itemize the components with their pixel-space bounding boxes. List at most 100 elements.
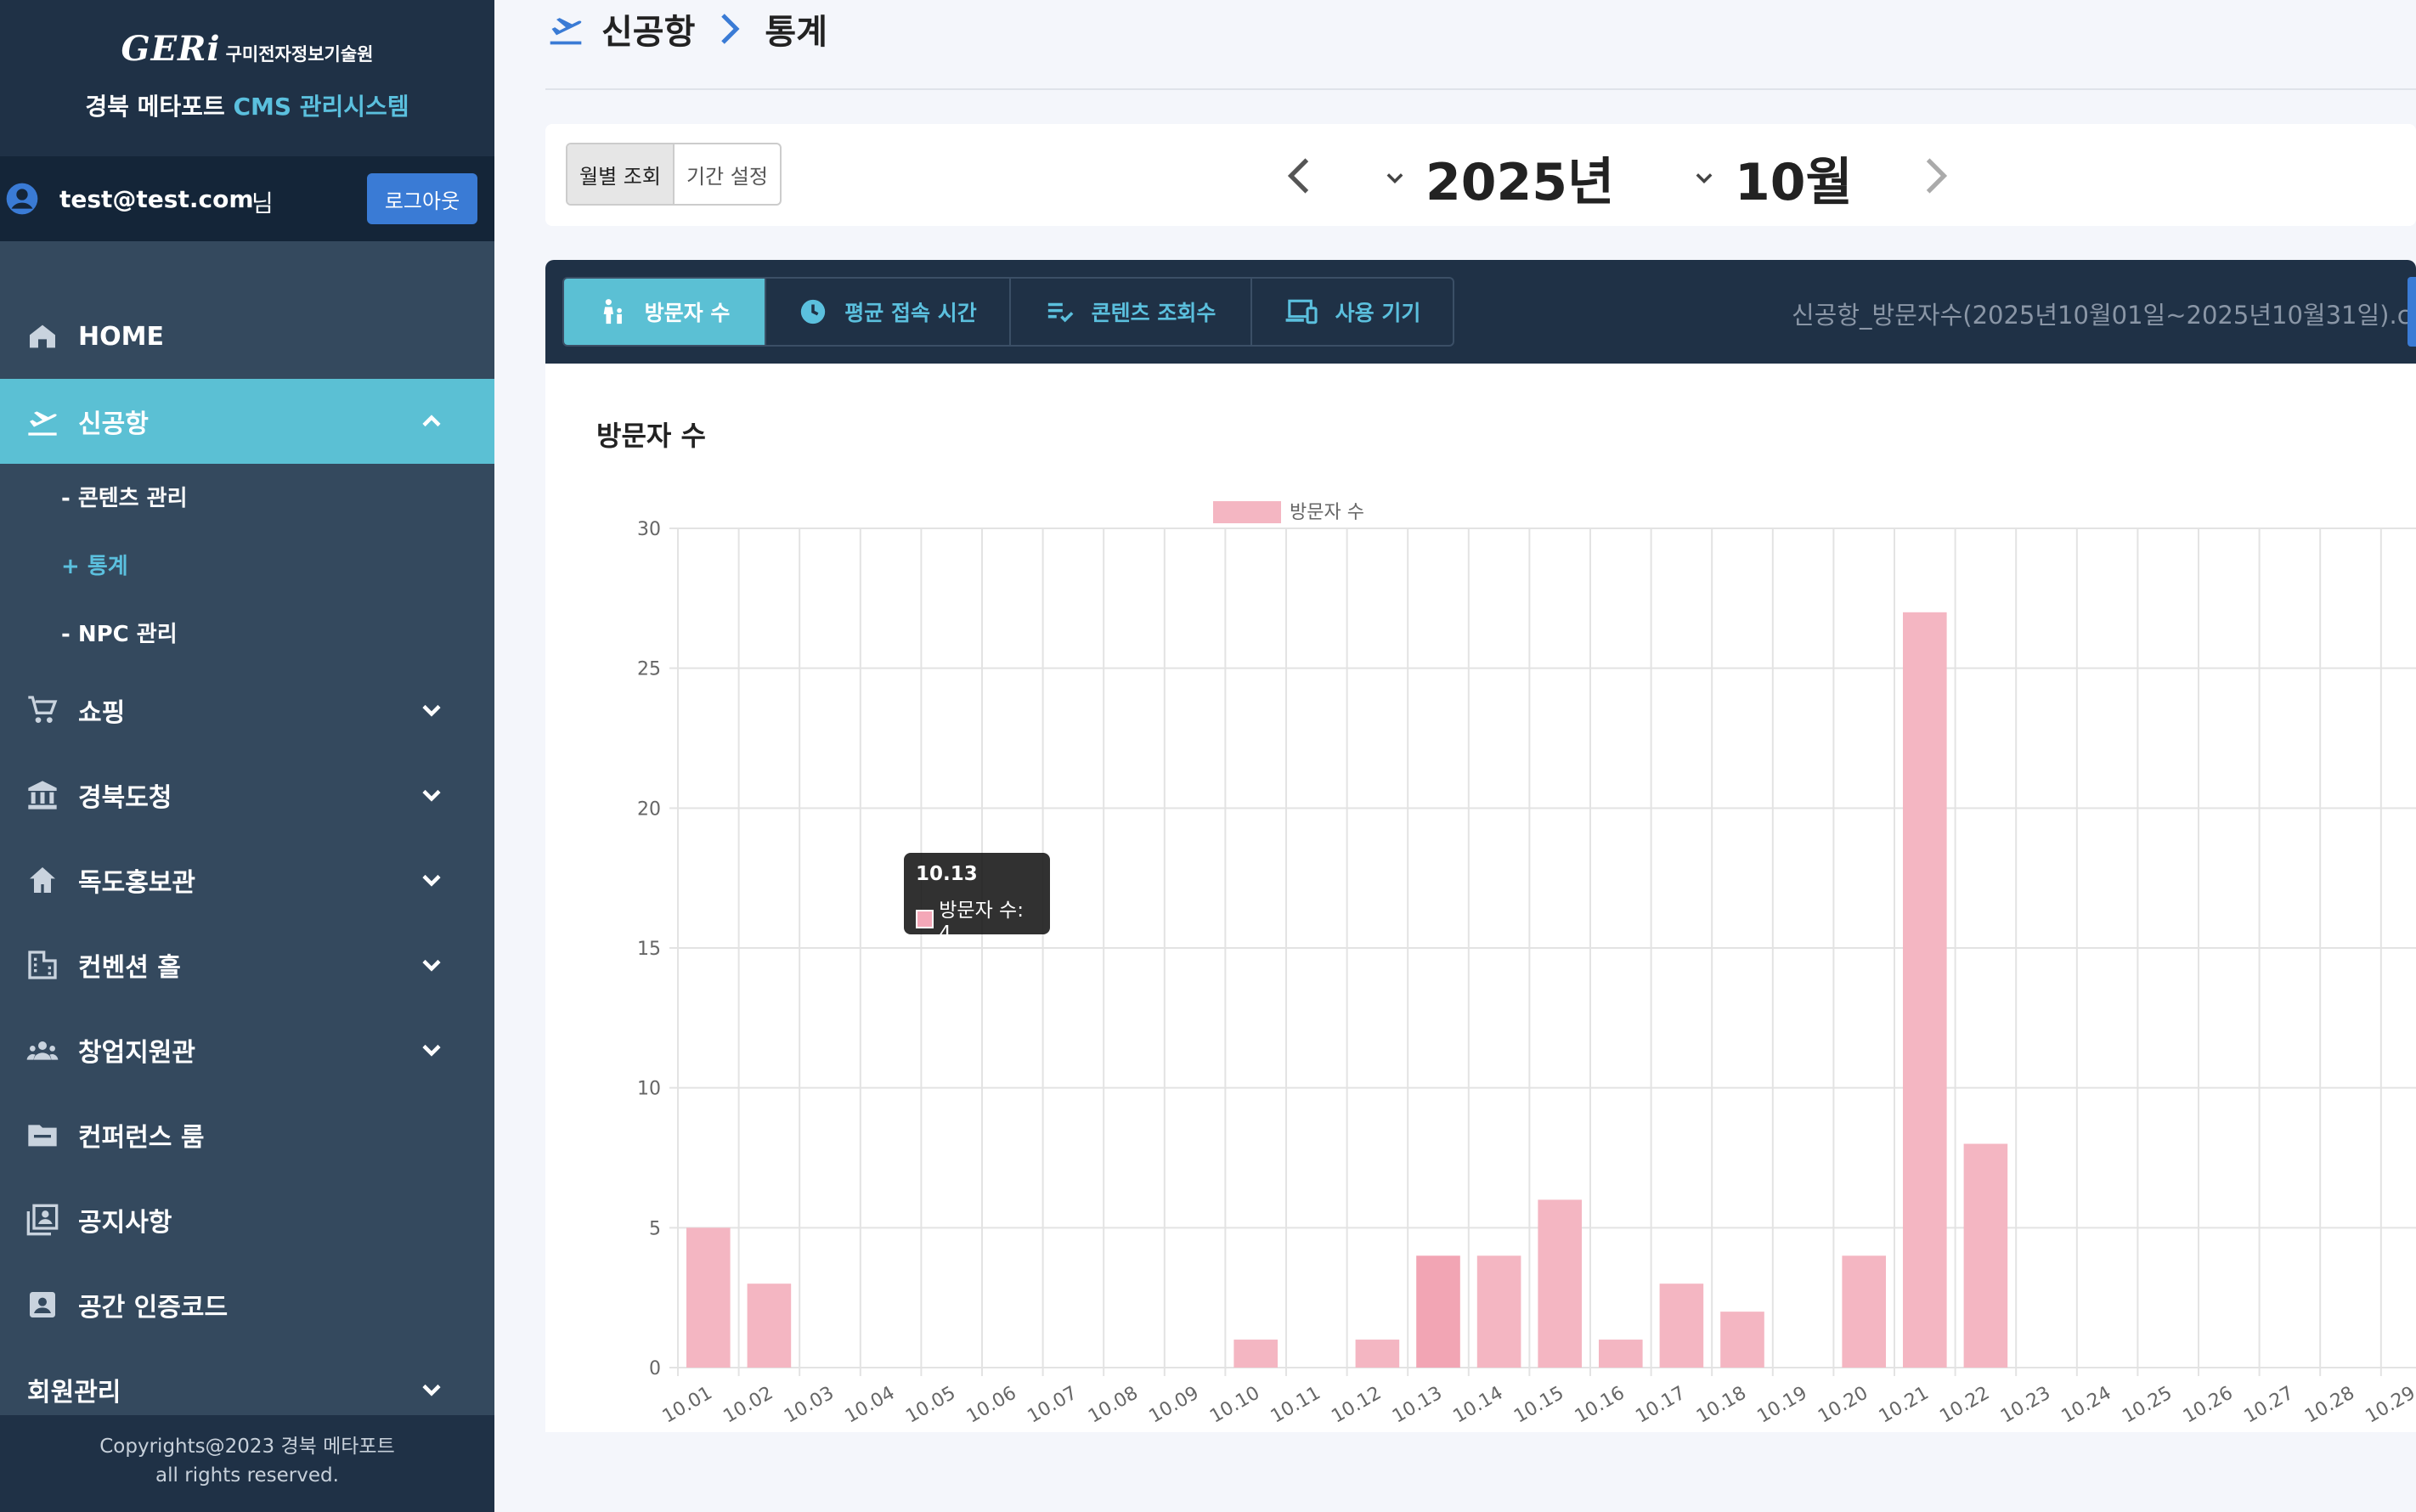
x-tick-label: 10.22 (1936, 1383, 1993, 1428)
system-title-accent: CMS 관리시스템 (233, 93, 409, 121)
office-building-icon (28, 951, 57, 979)
year-value: 2025년 (1425, 153, 1615, 212)
menu-item-home[interactable]: HOME (0, 294, 494, 379)
bar-10.18 (1720, 1312, 1764, 1368)
submenu-stats[interactable]: + 통계 (61, 549, 128, 580)
x-tick-label: 10.18 (1693, 1383, 1750, 1428)
menu-item-newairport[interactable]: 신공항 (0, 379, 494, 464)
tab-content-views-label: 콘텐츠 조회수 (1091, 301, 1216, 325)
menu-item-conference[interactable]: 컨퍼런스 룸 (0, 1092, 494, 1177)
menu-label-startup: 창업지원관 (78, 1038, 195, 1068)
airplane-departure-icon (550, 18, 582, 45)
menu-label-newairport: 신공항 (78, 409, 149, 439)
y-tick-label: 30 (637, 519, 661, 540)
year-select[interactable]: 2025년 (1383, 141, 1614, 215)
menu-item-notice[interactable]: 공지사항 (0, 1177, 494, 1262)
bar-10.15 (1538, 1199, 1582, 1368)
tab-content-views[interactable]: 콘텐츠 조회수 (1011, 279, 1252, 345)
menu-label-gyeongbuk: 경북도청 (78, 783, 172, 813)
menu-item-dokdo[interactable]: 독도홍보관 (0, 838, 494, 922)
x-tick-label: 10.06 (963, 1383, 1020, 1428)
stats-tab-bar: 방문자 수 평균 접속 시간 콘텐츠 조회수 사용 기기 신공항_방문자수(20… (545, 260, 2416, 364)
x-tick-label: 10.23 (1997, 1383, 2054, 1428)
y-tick-label: 0 (649, 1358, 661, 1379)
menu-label-home: HOME (78, 321, 164, 352)
x-tick-label: 10.21 (1876, 1383, 1933, 1428)
menu-item-gyeongbuk[interactable]: 경북도청 (0, 753, 494, 838)
y-tick-label: 25 (637, 659, 661, 680)
bar-10.02 (747, 1284, 792, 1368)
logout-button[interactable]: 로그아웃 (367, 173, 477, 224)
chevron-down-icon (1696, 172, 1713, 183)
download-button[interactable] (2408, 277, 2416, 347)
tab-visitors-label: 방문자 수 (644, 301, 731, 325)
tab-devices-label: 사용 기기 (1335, 301, 1421, 325)
x-tick-label: 10.10 (1206, 1383, 1263, 1428)
chart-panel: 방문자 수 0 5 10 15 20 25 30 10.01 10.02 10.03 10.04 10… (545, 364, 2416, 1432)
sidebar-header (0, 0, 494, 156)
month-value: 10월 (1735, 153, 1853, 212)
bar-10.20 (1842, 1255, 1886, 1368)
x-tick-label: 10.07 (1024, 1383, 1081, 1428)
mode-monthly-button[interactable]: 월별 조회 (567, 144, 675, 204)
menu-item-convention[interactable]: 컨벤션 홀 (0, 922, 494, 1007)
bar-10.12 (1355, 1340, 1400, 1368)
submenu-contents[interactable]: - 콘텐츠 관리 (61, 481, 188, 512)
footer-rights: all rights reserved. (155, 1464, 339, 1487)
next-month-icon[interactable] (1916, 155, 1954, 197)
sidebar-footer: Copyrights@2023 경북 메타포트 all rights reser… (0, 1415, 494, 1512)
chevron-down-icon (422, 1384, 441, 1396)
chevron-right-icon (721, 14, 740, 44)
y-tick-label: 20 (637, 798, 661, 820)
tab-visitors[interactable]: 방문자 수 (564, 279, 766, 345)
system-title-prefix: 경북 메타포트 (85, 93, 225, 121)
month-select[interactable]: 10월 (1692, 141, 1853, 215)
legend-label: 방문자 수 (1290, 502, 1364, 523)
csv-download-link[interactable]: 신공항_방문자수(2025년10월01일~2025년10월31일).csv (1792, 296, 2416, 331)
logo: GERi 구미전자정보기술원 (0, 29, 494, 69)
mode-toggle: 월별 조회 기간 설정 (566, 143, 782, 206)
x-tick-label: 10.20 (1815, 1383, 1871, 1428)
x-tick-label: 10.05 (902, 1383, 959, 1428)
x-tick-label: 10.29 (2362, 1383, 2416, 1428)
x-tick-label: 10.15 (1510, 1383, 1567, 1428)
x-tick-label: 10.16 (1572, 1383, 1629, 1428)
period-selector: 월별 조회 기간 설정 2025년 10월 (545, 124, 2416, 226)
menu-label-dokdo: 독도홍보관 (78, 868, 195, 898)
chevron-down-icon (422, 1044, 441, 1057)
x-tick-label: 10.09 (1146, 1383, 1203, 1428)
notice-board-icon (26, 1204, 59, 1236)
mode-range-button[interactable]: 기간 설정 (675, 144, 780, 204)
menu-item-startup[interactable]: 창업지원관 (0, 1007, 494, 1092)
user-avatar-icon (6, 183, 38, 215)
person-walking-icon (603, 299, 622, 324)
y-tick-label: 10 (637, 1079, 661, 1100)
menu-label-notice: 공지사항 (78, 1208, 172, 1238)
tab-avg-time[interactable]: 평균 접속 시간 (766, 279, 1011, 345)
x-tick-label: 10.14 (1450, 1383, 1507, 1428)
bar-10.01 (686, 1227, 731, 1368)
tooltip-row: 방문자 수: 4 (916, 894, 1038, 945)
checklist-icon (1047, 302, 1074, 323)
airplane-departure-icon (28, 411, 57, 436)
badge-icon (30, 1292, 55, 1317)
breadcrumb-page: 통계 (765, 13, 828, 52)
x-tick-label: 10.25 (2119, 1383, 2176, 1428)
bar-10.22 (1963, 1143, 2008, 1368)
legend-swatch (1213, 501, 1281, 523)
x-tick-label: 10.27 (2240, 1383, 2297, 1428)
tab-devices[interactable]: 사용 기기 (1252, 279, 1453, 345)
sidebar: GERi 구미전자정보기술원 경북 메타포트 CMS 관리시스템 test@tes… (0, 0, 494, 1512)
breadcrumb-section[interactable]: 신공항 (601, 4, 695, 54)
home-icon (30, 324, 55, 348)
group-icon (26, 1041, 59, 1060)
x-tick-label: 10.28 (2301, 1383, 2358, 1428)
menu-item-shopping[interactable]: 쇼핑 (0, 668, 494, 753)
bar-10.16 (1599, 1340, 1643, 1368)
prev-month-icon[interactable] (1281, 155, 1318, 197)
chevron-down-icon (422, 959, 441, 972)
menu-item-authcode[interactable]: 공간 인증코드 (0, 1262, 494, 1347)
submenu-npc[interactable]: - NPC 관리 (61, 617, 178, 648)
x-tick-label: 10.19 (1754, 1383, 1811, 1428)
menu-label-conference: 컨퍼런스 룸 (78, 1123, 205, 1153)
